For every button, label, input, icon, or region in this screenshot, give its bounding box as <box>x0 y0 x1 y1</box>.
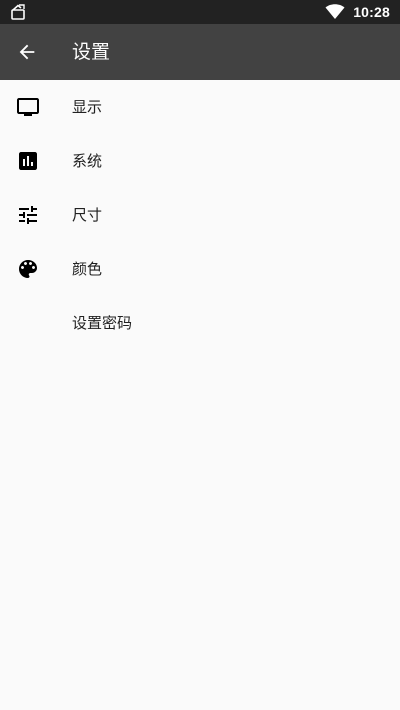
menu-item-size[interactable]: 尺寸 <box>0 188 400 242</box>
menu-item-label: 系统 <box>72 152 103 170</box>
menu-item-label: 尺寸 <box>72 206 103 224</box>
back-button[interactable] <box>10 35 44 69</box>
wifi-icon <box>325 4 345 19</box>
status-right-group: 10:28 <box>325 0 390 24</box>
menu-item-color[interactable]: 颜色 <box>0 242 400 296</box>
settings-menu-list: 显示 系统 尺寸 颜色 设置密码 <box>0 80 400 350</box>
menu-item-label: 设置密码 <box>72 314 133 332</box>
status-time: 10:28 <box>353 4 390 20</box>
palette-icon <box>19 260 37 278</box>
arrow-back-icon <box>19 44 35 60</box>
app-bar: 设置 <box>0 24 400 80</box>
monitor-icon <box>17 98 39 116</box>
menu-item-label: 颜色 <box>72 260 103 278</box>
menu-item-label: 显示 <box>72 98 103 116</box>
menu-item-set-password[interactable]: 设置密码 <box>0 296 400 350</box>
settings-screen: 10:28 设置 显示 系统 尺寸 颜色 设置密码 <box>0 0 400 710</box>
menu-item-system[interactable]: 系统 <box>0 134 400 188</box>
menu-item-display[interactable]: 显示 <box>0 80 400 134</box>
status-bar: 10:28 <box>0 0 400 24</box>
page-title: 设置 <box>72 41 111 63</box>
tune-sliders-icon <box>19 206 37 224</box>
app-notification-icon <box>11 4 25 20</box>
bar-chart-icon <box>19 152 37 170</box>
